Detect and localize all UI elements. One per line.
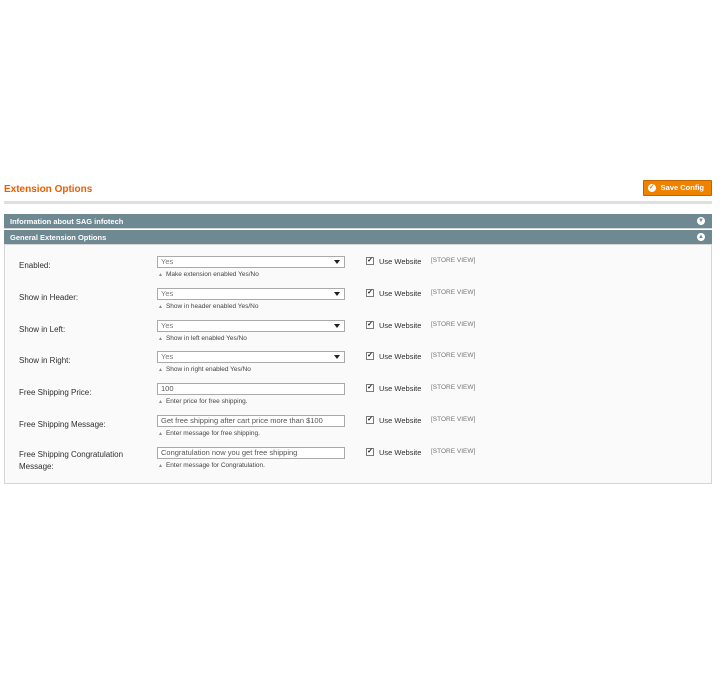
general-options-panel: Enabled: Yes ▲ Make extension enabled Yes… — [4, 245, 712, 484]
form-row-enabled: Enabled: Yes ▲ Make extension enabled Yes… — [5, 256, 711, 284]
form-row-show-right: Show in Right: Yes ▲ Show in right enable… — [5, 351, 711, 379]
use-website-label[interactable]: Use Website — [379, 257, 421, 266]
use-website-checkbox[interactable]: ✓ — [366, 257, 374, 265]
use-website-label[interactable]: Use Website — [379, 384, 421, 393]
note-text: Enter message for free shipping. — [165, 430, 260, 437]
note-arrow-icon: ▲ — [158, 367, 163, 373]
field-note: ▲ Enter message for Congratulation. — [158, 462, 265, 469]
field-note: ▲ Make extension enabled Yes/No — [158, 271, 259, 278]
save-config-label: Save Config — [660, 183, 704, 192]
scope-label: [STORE VIEW] — [431, 416, 476, 423]
use-website-checkbox[interactable]: ✓ — [366, 321, 374, 329]
scope-label: [STORE VIEW] — [431, 384, 476, 391]
form-row-show-header: Show in Header: Yes ▲ Show in header enab… — [5, 288, 711, 316]
use-website-checkbox[interactable]: ✓ — [366, 289, 374, 297]
scope-label: [STORE VIEW] — [431, 289, 476, 296]
note-text: Show in right enabled Yes/No — [165, 366, 251, 373]
section-header-general[interactable]: General Extension Options ▲ — [4, 230, 712, 245]
scope-label: [STORE VIEW] — [431, 321, 476, 328]
scope-label: [STORE VIEW] — [431, 352, 476, 359]
section-title: General Extension Options — [10, 233, 107, 242]
collapse-icon: ▲ — [697, 233, 705, 241]
select-value: Yes — [161, 257, 174, 266]
page-title: Extension Options — [4, 184, 93, 195]
expand-icon: ▼ — [697, 217, 705, 225]
select-value: Yes — [161, 352, 174, 361]
note-arrow-icon: ▲ — [158, 463, 163, 469]
checkmark-icon: ✓ — [647, 184, 656, 192]
form-row-show-left: Show in Left: Yes ▲ Show in left enabled … — [5, 320, 711, 348]
field-label: Free Shipping Message: — [19, 420, 106, 429]
note-text: Make extension enabled Yes/No — [165, 271, 259, 278]
enabled-select[interactable]: Yes — [157, 256, 345, 268]
dropdown-arrow-icon — [334, 324, 340, 328]
field-note: ▲ Show in left enabled Yes/No — [158, 335, 247, 342]
note-arrow-icon: ▲ — [158, 399, 163, 405]
scope-label: [STORE VIEW] — [431, 257, 476, 264]
form-row-free-shipping-price: Free Shipping Price: 100 ▲ Enter price fo… — [5, 383, 711, 411]
section-header-info[interactable]: Information about SAG infotech ▼ — [4, 214, 712, 229]
use-website-checkbox[interactable]: ✓ — [366, 384, 374, 392]
dropdown-arrow-icon — [334, 292, 340, 296]
field-note: ▲ Show in right enabled Yes/No — [158, 366, 251, 373]
field-note: ▲ Show in header enabled Yes/No — [158, 303, 258, 310]
save-config-button[interactable]: ✓ Save Config — [642, 180, 712, 196]
section-title: Information about SAG infotech — [10, 217, 124, 226]
field-label: Show in Right: — [19, 356, 71, 365]
field-note: ▲ Enter message for free shipping. — [158, 430, 260, 437]
note-arrow-icon: ▲ — [158, 304, 163, 310]
use-website-label[interactable]: Use Website — [379, 352, 421, 361]
use-website-label[interactable]: Use Website — [379, 321, 421, 330]
field-label: Enabled: — [19, 261, 51, 270]
use-website-checkbox[interactable]: ✓ — [366, 416, 374, 424]
use-website-checkbox[interactable]: ✓ — [366, 352, 374, 360]
note-arrow-icon: ▲ — [158, 336, 163, 342]
free-shipping-message-input[interactable]: Get free shipping after cart price more … — [157, 415, 345, 427]
use-website-checkbox[interactable]: ✓ — [366, 448, 374, 456]
congratulation-message-input[interactable]: Congratulation now you get free shipping — [157, 447, 345, 459]
field-label: Show in Left: — [19, 325, 66, 334]
field-label: Free Shipping Congratulation Message: — [19, 450, 124, 471]
form-row-congratulation-message: Free Shipping Congratulation Message: Co… — [5, 447, 711, 475]
field-label: Show in Header: — [19, 293, 79, 302]
note-text: Enter price for free shipping. — [165, 398, 248, 405]
note-text: Show in header enabled Yes/No — [165, 303, 259, 310]
use-website-label[interactable]: Use Website — [379, 416, 421, 425]
use-website-label[interactable]: Use Website — [379, 289, 421, 298]
field-note: ▲ Enter price for free shipping. — [158, 398, 248, 405]
show-header-select[interactable]: Yes — [157, 288, 345, 300]
use-website-label[interactable]: Use Website — [379, 448, 421, 457]
note-arrow-icon: ▲ — [158, 431, 163, 437]
select-value: Yes — [161, 321, 174, 330]
free-shipping-price-input[interactable]: 100 — [157, 383, 345, 395]
note-text: Enter message for Congratulation. — [165, 462, 265, 469]
form-row-free-shipping-message: Free Shipping Message: Get free shipping… — [5, 415, 711, 443]
scope-label: [STORE VIEW] — [431, 448, 476, 455]
show-left-select[interactable]: Yes — [157, 320, 345, 332]
dropdown-arrow-icon — [334, 260, 340, 264]
note-text: Show in left enabled Yes/No — [165, 335, 247, 342]
select-value: Yes — [161, 289, 174, 298]
field-label: Free Shipping Price: — [19, 388, 92, 397]
page-header: Extension Options ✓ Save Config — [4, 180, 712, 204]
dropdown-arrow-icon — [334, 355, 340, 359]
note-arrow-icon: ▲ — [158, 272, 163, 278]
show-right-select[interactable]: Yes — [157, 351, 345, 363]
